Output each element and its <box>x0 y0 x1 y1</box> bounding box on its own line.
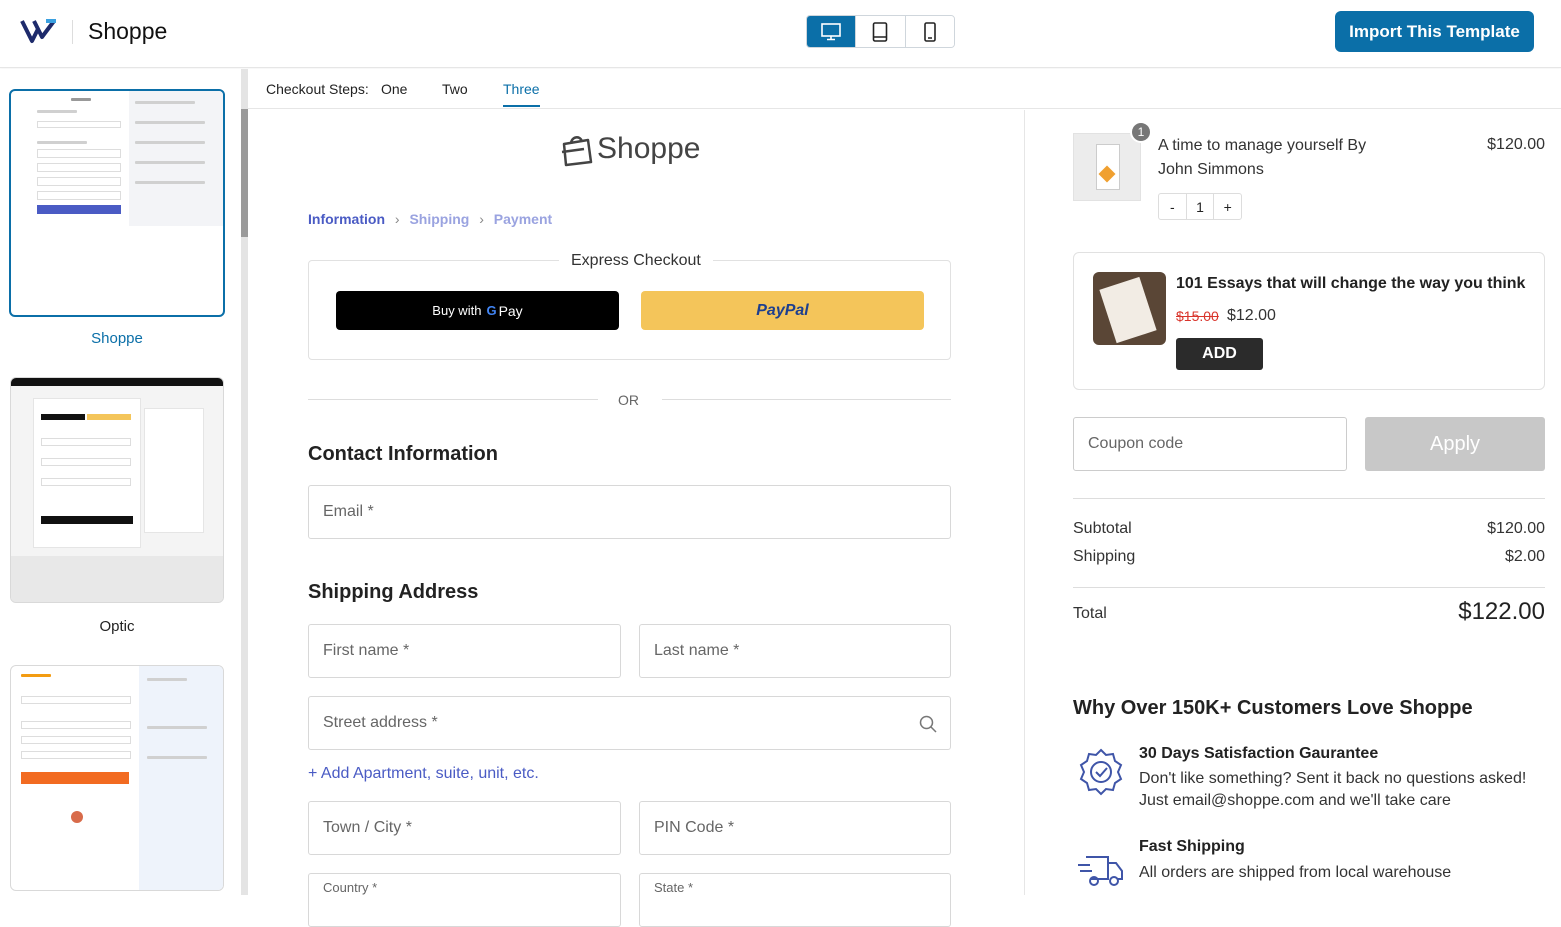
search-icon <box>919 715 937 733</box>
upsell-old-price: $15.00 <box>1176 308 1219 324</box>
total-value: $122.00 <box>1458 598 1545 625</box>
checkout-steps-bar: Checkout Steps: One Two Three <box>248 69 1561 109</box>
shipping-value: $2.00 <box>1504 548 1545 565</box>
subtotal-label: Subtotal <box>1073 520 1132 537</box>
divider <box>662 399 951 400</box>
tab-step-two[interactable]: Two <box>442 81 468 97</box>
shopping-bag-icon <box>561 136 593 167</box>
street-address-placeholder: Street address * <box>323 714 438 731</box>
checkout-form-preview: Shoppe Information › Shipping › Payment … <box>248 110 1025 927</box>
add-apartment-link[interactable]: + Add Apartment, suite, unit, etc. <box>308 765 539 783</box>
divider <box>308 399 598 400</box>
mobile-icon <box>924 21 936 42</box>
feature-title: Fast Shipping <box>1139 838 1245 855</box>
divider <box>1073 587 1545 588</box>
mobile-view-button[interactable] <box>905 16 954 47</box>
gpay-label: Buy with <box>432 303 482 318</box>
town-city-field[interactable]: Town / City * <box>308 801 621 855</box>
subtotal-value: $120.00 <box>1487 520 1545 537</box>
state-select[interactable]: State * <box>639 873 951 927</box>
chevron-right-icon: › <box>479 211 484 227</box>
paypal-logo: PayPal <box>756 301 809 319</box>
breadcrumb-payment[interactable]: Payment <box>494 211 552 227</box>
express-checkout-box: Express Checkout Buy with G Pay PayPal <box>308 252 951 360</box>
desktop-icon <box>821 22 841 40</box>
qty-increment-button[interactable]: + <box>1214 194 1241 219</box>
apply-coupon-button[interactable]: Apply <box>1365 417 1545 471</box>
coupon-input[interactable]: Coupon code <box>1073 417 1347 471</box>
device-switcher <box>806 15 955 48</box>
checkout-steps-label: Checkout Steps: <box>266 81 369 97</box>
add-apartment-label: Add Apartment, suite, unit, etc. <box>320 765 539 782</box>
divider <box>72 20 73 44</box>
tab-step-one[interactable]: One <box>381 81 407 97</box>
scrollbar-thumb[interactable] <box>241 109 248 237</box>
quantity-badge: 1 <box>1130 121 1152 143</box>
product-price: $120.00 <box>1487 136 1545 153</box>
google-g-icon: G <box>486 303 497 318</box>
feature-title: 30 Days Satisfaction Gaurantee <box>1139 745 1379 762</box>
shipping-heading: Shipping Address <box>308 581 479 603</box>
app-logo-icon <box>20 19 56 43</box>
pin-code-field[interactable]: PIN Code * <box>639 801 951 855</box>
tab-step-three[interactable]: Three <box>503 81 540 107</box>
order-summary: 1 A time to manage yourself By John Simm… <box>1026 110 1561 895</box>
tablet-icon <box>873 21 888 42</box>
upsell-offer: 101 Essays that will change the way you … <box>1073 252 1545 390</box>
google-pay-button[interactable]: Buy with G Pay <box>336 291 619 330</box>
product-name: A time to manage yourself By John Simmon… <box>1158 137 1367 178</box>
divider <box>1073 498 1545 499</box>
chevron-right-icon: › <box>394 211 400 227</box>
template-sidebar: Shoppe Optic <box>0 69 241 895</box>
quantity-stepper: - 1 + <box>1158 193 1242 220</box>
desktop-view-button[interactable] <box>807 16 857 47</box>
template-thumbnail-optic[interactable] <box>10 377 224 603</box>
app-title: Shoppe <box>88 18 168 44</box>
qty-decrement-button[interactable]: - <box>1159 194 1187 219</box>
upsell-product-image <box>1093 272 1166 345</box>
gpay-brand: Pay <box>498 302 523 319</box>
email-field[interactable]: Email * <box>308 485 951 539</box>
upsell-title: 101 Essays that will change the way you … <box>1176 275 1526 292</box>
truck-icon <box>1078 856 1123 886</box>
express-checkout-title: Express Checkout <box>559 252 713 270</box>
badge-check-icon <box>1079 748 1123 796</box>
upsell-new-price: $12.00 <box>1227 307 1276 324</box>
import-template-button[interactable]: Import This Template <box>1335 11 1534 52</box>
first-name-field[interactable]: First name * <box>308 624 621 678</box>
plus-icon: + <box>308 765 318 782</box>
country-select[interactable]: Country * <box>308 873 621 927</box>
top-bar: Shoppe Import This Template <box>0 0 1561 68</box>
store-logo-text: Shoppe <box>597 132 701 165</box>
sidebar-scrollbar[interactable] <box>241 69 248 895</box>
template-thumbnail-shoppe[interactable] <box>9 89 225 317</box>
paypal-button[interactable]: PayPal <box>641 291 924 330</box>
feature-text: Don't like something? Sent it back no qu… <box>1139 770 1527 809</box>
tablet-view-button[interactable] <box>856 16 906 47</box>
shipping-label: Shipping <box>1073 548 1136 565</box>
breadcrumb-shipping[interactable]: Shipping <box>409 211 469 227</box>
contact-heading: Contact Information <box>308 443 498 465</box>
upsell-add-button[interactable]: ADD <box>1176 338 1263 370</box>
or-separator: OR <box>618 392 639 408</box>
breadcrumb-information[interactable]: Information <box>308 211 385 227</box>
template-label-shoppe[interactable]: Shoppe <box>0 330 234 347</box>
street-address-field[interactable]: Street address * <box>308 696 951 750</box>
feature-text: All orders are shipped from local wareho… <box>1139 864 1452 881</box>
why-heading: Why Over 150K+ Customers Love Shoppe <box>1073 697 1473 719</box>
last-name-field[interactable]: Last name * <box>639 624 951 678</box>
qty-value[interactable]: 1 <box>1187 194 1215 219</box>
breadcrumb: Information › Shipping › Payment <box>308 211 552 227</box>
template-label-optic[interactable]: Optic <box>0 618 234 635</box>
template-thumbnail-third[interactable] <box>10 665 224 891</box>
product-image <box>1073 133 1141 201</box>
total-label: Total <box>1073 605 1107 622</box>
